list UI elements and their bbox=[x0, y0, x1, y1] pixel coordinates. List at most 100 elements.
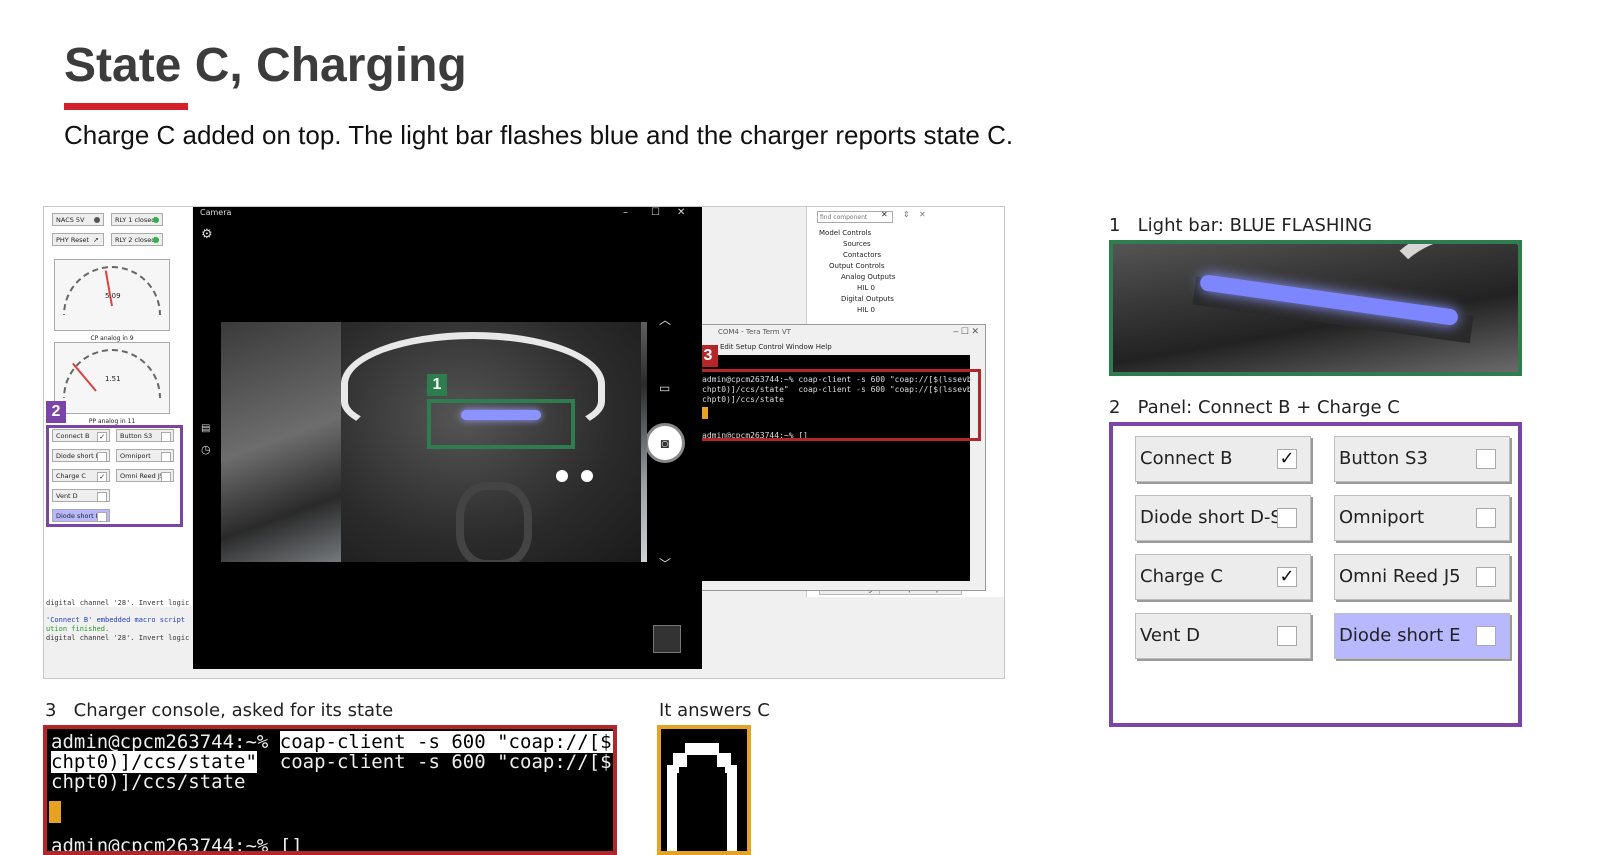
shutter-camera-button[interactable]: ◙ bbox=[645, 423, 685, 463]
panel-button-label: Diode short D-S bbox=[1140, 507, 1282, 528]
mini-panel-button[interactable]: Omni Reed J5 bbox=[116, 469, 174, 482]
tree-item[interactable]: HIL 0 bbox=[857, 306, 875, 314]
status-led-icon bbox=[153, 217, 159, 223]
checkbox-icon[interactable] bbox=[161, 472, 171, 482]
panel-button-label: Vent D bbox=[1140, 625, 1201, 646]
rly2-label: RLY 2 closed bbox=[115, 236, 156, 244]
teraterm-menu[interactable]: Edit Setup Control Window Help bbox=[720, 343, 832, 351]
mini-panel-button[interactable]: Diode short D-S bbox=[52, 449, 110, 462]
panel-button-label: Diode short E bbox=[1339, 625, 1461, 646]
checkbox-icon[interactable] bbox=[97, 512, 107, 522]
checkbox-icon[interactable] bbox=[1476, 449, 1496, 469]
teraterm-title: COM4 - Tera Term VT bbox=[718, 328, 791, 336]
rly2-indicator[interactable]: RLY 2 closed bbox=[111, 233, 163, 246]
checkbox-icon[interactable]: ✓ bbox=[97, 432, 107, 442]
tree-item[interactable]: Digital Outputs bbox=[841, 295, 894, 303]
slide-subtitle: Charge C added on top. The light bar fla… bbox=[64, 120, 1014, 150]
close-icon[interactable]: ✕ bbox=[677, 207, 685, 218]
log-line: digital channel '28'. Invert logic bbox=[46, 634, 190, 642]
gauge-caption: PP analog in 11 bbox=[88, 418, 136, 425]
console-section-label: 3 Charger console, asked for its state bbox=[45, 700, 393, 721]
mini-panel-button[interactable]: Diode short E bbox=[52, 509, 110, 522]
slide-title: State C, Charging bbox=[64, 39, 467, 92]
checkbox-icon[interactable] bbox=[1476, 626, 1496, 646]
section-number: 1 bbox=[1109, 215, 1121, 236]
checkbox-icon[interactable] bbox=[1476, 508, 1496, 528]
mini-panel-button[interactable]: Charge C ✓ bbox=[52, 469, 110, 482]
settings-gear-icon[interactable]: ⚙ bbox=[201, 227, 213, 242]
mini-panel-button[interactable]: Button S3 bbox=[116, 429, 174, 442]
hdr-icon[interactable]: ▤ bbox=[201, 423, 210, 434]
section-number: 2 bbox=[1109, 397, 1121, 418]
section-text: Light bar: BLUE FLASHING bbox=[1137, 215, 1373, 236]
panel-button-label: Button S3 bbox=[1339, 448, 1428, 469]
panel-button[interactable]: Diode short D-S bbox=[1135, 495, 1311, 541]
mini-panel-button[interactable]: Connect B ✓ bbox=[52, 429, 110, 442]
timer-icon[interactable]: ◷ bbox=[201, 443, 211, 456]
rly1-indicator[interactable]: RLY 1 closed bbox=[111, 213, 163, 226]
panel-button[interactable]: Omni Reed J5 bbox=[1334, 554, 1510, 600]
tree-item[interactable]: Contactors bbox=[843, 251, 881, 259]
panel-button-label: Omni Reed J5 bbox=[1339, 566, 1461, 587]
teraterm-window: COM4 - Tera Term VT – ☐ ✕ Edit Setup Con… bbox=[698, 324, 986, 591]
checkbox-icon[interactable] bbox=[97, 452, 107, 462]
panel-button[interactable]: Charge C ✓ bbox=[1135, 554, 1311, 600]
pp-gauge: 1.51 PP analog in 11 bbox=[54, 342, 170, 425]
phy-reset-button[interactable]: PHY Reset ➚ bbox=[52, 233, 104, 246]
close-icon[interactable]: ✕ bbox=[919, 210, 926, 219]
checkbox-icon[interactable] bbox=[1277, 508, 1297, 528]
lightbar-section-label: 1 Light bar: BLUE FLASHING bbox=[1109, 215, 1372, 236]
checkbox-icon[interactable] bbox=[161, 432, 171, 442]
panel-button-label: Omniport bbox=[1339, 507, 1425, 528]
chevron-up-icon[interactable]: ︿ bbox=[659, 311, 671, 328]
mini-panel-label: Vent D bbox=[56, 492, 78, 500]
mini-panel-label: Omniport bbox=[120, 452, 151, 460]
cp-gauge: 5.09 CP analog in 9 bbox=[54, 259, 170, 342]
checkbox-icon[interactable] bbox=[1277, 626, 1297, 646]
video-mode-icon[interactable]: ▭ bbox=[659, 381, 670, 395]
console-text: chpt0)]/ccs/state bbox=[51, 771, 246, 793]
panel-button[interactable]: Diode short E bbox=[1334, 613, 1510, 659]
control-panel: NACS 5V RLY 1 closed PHY Reset ➚ RLY 2 c… bbox=[44, 207, 192, 642]
chevron-down-icon[interactable]: ﹀ bbox=[659, 555, 671, 572]
gauge-caption: CP analog in 9 bbox=[90, 335, 134, 342]
tree-item[interactable]: Model Controls bbox=[819, 229, 871, 237]
log-line: digital channel '28'. Invert logic bbox=[46, 599, 190, 607]
tree-item[interactable]: Sources bbox=[843, 240, 871, 248]
panel-zoom: Connect B ✓ Button S3 Diode short D-S Omnipo… bbox=[1109, 422, 1522, 727]
mini-panel-label: Connect B bbox=[56, 432, 90, 440]
mini-panel-button[interactable]: Omniport bbox=[116, 449, 174, 462]
panel-button[interactable]: Connect B ✓ bbox=[1135, 436, 1311, 482]
panel-button[interactable]: Vent D bbox=[1135, 613, 1311, 659]
tree-item[interactable]: HIL 0 bbox=[857, 284, 875, 292]
console-prompt: admin@cpcm263744:~% [] bbox=[51, 835, 303, 855]
main-screenshot: NACS 5V RLY 1 closed PHY Reset ➚ RLY 2 c… bbox=[43, 206, 1005, 679]
phy-reset-label: PHY Reset bbox=[56, 236, 90, 244]
expand-collapse-icon[interactable]: ⇕ bbox=[903, 210, 910, 219]
tree-item[interactable]: Analog Outputs bbox=[841, 273, 895, 281]
lightbar-highlight-box bbox=[427, 399, 575, 449]
checkbox-icon[interactable]: ✓ bbox=[97, 472, 107, 482]
tree-item[interactable]: Output Controls bbox=[829, 262, 885, 270]
cursor-arrow-icon: ➚ bbox=[93, 236, 99, 244]
badge-2: 2 bbox=[46, 401, 66, 423]
panel-button[interactable]: Button S3 bbox=[1334, 436, 1510, 482]
minimize-icon[interactable]: – bbox=[623, 207, 628, 218]
nacs-5v-button[interactable]: NACS 5V bbox=[52, 213, 104, 226]
checkbox-icon[interactable]: ✓ bbox=[1277, 449, 1297, 469]
maximize-icon[interactable]: ☐ bbox=[651, 207, 660, 218]
section-number: 3 bbox=[45, 700, 57, 721]
checkbox-icon[interactable] bbox=[161, 452, 171, 462]
mini-panel-label: Button S3 bbox=[120, 432, 153, 440]
panel-button-label: Connect B bbox=[1140, 448, 1233, 469]
window-controls-icon[interactable]: – ☐ ✕ bbox=[953, 326, 979, 337]
checkbox-icon[interactable] bbox=[97, 492, 107, 502]
last-photo-thumbnail[interactable] bbox=[653, 625, 681, 653]
mini-panel-button[interactable]: Vent D bbox=[52, 489, 110, 502]
log-output: digital channel '28'. Invert logic 'Conn… bbox=[46, 599, 192, 643]
checkbox-icon[interactable]: ✓ bbox=[1277, 567, 1297, 587]
clear-icon[interactable]: ✕ bbox=[881, 210, 888, 219]
panel-button[interactable]: Omniport bbox=[1334, 495, 1510, 541]
checkbox-icon[interactable] bbox=[1476, 567, 1496, 587]
rly1-label: RLY 1 closed bbox=[115, 216, 156, 224]
